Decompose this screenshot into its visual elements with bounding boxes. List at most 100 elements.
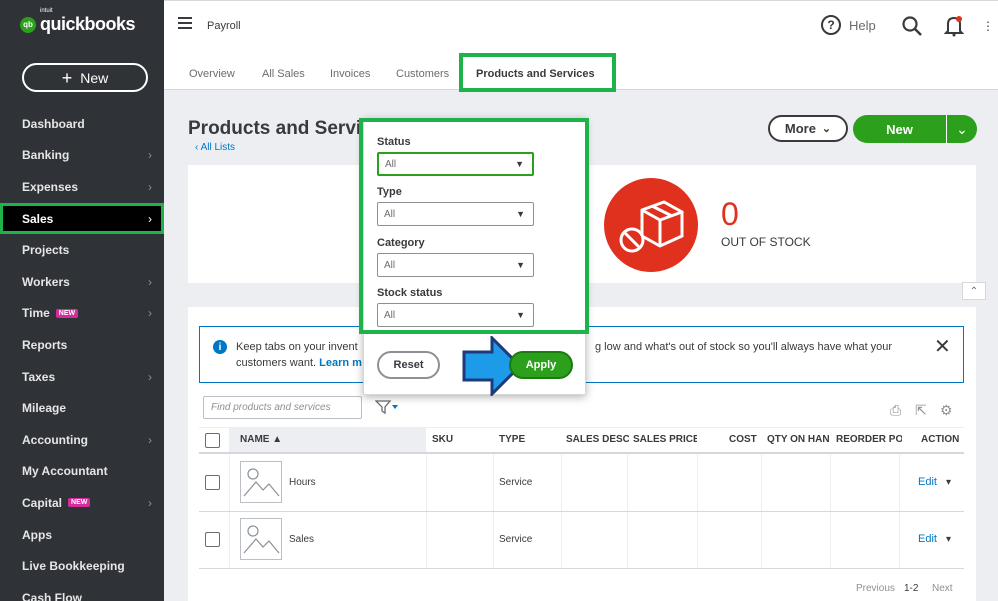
column-header-sales-descr[interactable]: SALES DESCR xyxy=(566,434,629,445)
apply-button[interactable]: Apply xyxy=(509,351,573,379)
product-type: Service xyxy=(499,477,533,488)
company-name: Payroll xyxy=(207,20,241,32)
sidebar-item-label: Time NEW xyxy=(22,306,79,321)
help-button[interactable]: ? Help xyxy=(821,15,876,35)
sidebar-item-accounting[interactable]: Accounting › xyxy=(0,424,164,456)
sidebar-item-capital[interactable]: Capital NEW › xyxy=(0,487,164,519)
all-lists-link[interactable]: ‹ All Lists xyxy=(195,142,235,153)
pager-range: 1-2 xyxy=(904,583,919,594)
top-bar: Payroll ? Help ⋮ xyxy=(164,0,998,50)
export-icon[interactable]: ⇱ xyxy=(915,402,927,419)
sidebar-item-label: Taxes xyxy=(22,370,55,384)
close-icon[interactable]: ✕ xyxy=(934,334,951,359)
sidebar-item-live-bookkeeping[interactable]: Live Bookkeeping xyxy=(0,550,164,582)
sidebar-item-label: Sales xyxy=(22,212,53,226)
info-icon: i xyxy=(213,340,227,354)
learn-more-link[interactable]: Learn m xyxy=(319,357,362,369)
chevron-right-icon: › xyxy=(148,274,152,289)
qb-logo-icon: qb xyxy=(20,16,36,33)
filter-highlight-frame xyxy=(359,118,589,334)
help-label: Help xyxy=(849,17,876,33)
select-all-checkbox[interactable] xyxy=(205,433,220,448)
sidebar-item-reports[interactable]: Reports xyxy=(0,329,164,361)
tab-customers[interactable]: Customers xyxy=(396,68,449,80)
sidebar-item-text: Expenses xyxy=(22,179,79,194)
image-placeholder-icon[interactable] xyxy=(240,518,282,560)
tab-highlight-frame xyxy=(459,53,616,92)
intuit-text: intuit xyxy=(40,8,53,14)
sidebar-item-text: Dashboard xyxy=(22,116,85,131)
column-header-name[interactable]: NAME ▲ xyxy=(240,434,282,445)
search-icon[interactable] xyxy=(901,15,923,37)
column-header-qty-on-han[interactable]: QTY ON HAN xyxy=(767,434,830,445)
row-checkbox[interactable] xyxy=(205,475,220,490)
column-header-sales-price[interactable]: SALES PRICE xyxy=(633,434,697,445)
column-header-type[interactable]: TYPE xyxy=(499,434,525,445)
banner-text-tail: g low and what's out of stock so you'll … xyxy=(595,341,893,353)
out-of-stock-label: OUT OF STOCK xyxy=(721,235,811,249)
sidebar-item-text: Sales xyxy=(22,211,54,226)
edit-link[interactable]: Edit xyxy=(918,533,937,545)
column-header-sku[interactable]: SKU xyxy=(432,434,453,445)
settings-gear-icon[interactable]: ⋮ xyxy=(982,19,994,33)
row-checkbox[interactable] xyxy=(205,532,220,547)
find-products-input[interactable]: Find products and services xyxy=(203,396,362,419)
quickbooks-logo[interactable]: intuit qb quickbooks xyxy=(20,8,136,35)
out-of-stock-tile[interactable] xyxy=(604,178,698,272)
sidebar-item-text: Reports xyxy=(22,337,68,352)
sidebar-item-text: Capital xyxy=(22,495,63,510)
new-product-button[interactable]: New xyxy=(853,115,947,143)
reset-button[interactable]: Reset xyxy=(377,351,440,379)
image-placeholder-icon[interactable] xyxy=(240,461,282,503)
more-button[interactable]: More ⌄ xyxy=(768,115,848,142)
column-header-action[interactable]: ACTION xyxy=(921,434,959,445)
pager-previous[interactable]: Previous xyxy=(856,583,895,594)
tab-invoices[interactable]: Invoices xyxy=(330,68,370,80)
column-header-reorder-po[interactable]: REORDER PO xyxy=(836,434,902,445)
sidebar-item-cash-flow[interactable]: Cash Flow xyxy=(0,582,164,601)
out-of-stock-count[interactable]: 0 xyxy=(721,196,739,233)
sidebar-item-label: Accounting xyxy=(22,433,88,447)
pager-next[interactable]: Next xyxy=(932,583,953,594)
sidebar-item-workers[interactable]: Workers › xyxy=(0,266,164,298)
chevron-right-icon: › xyxy=(148,179,152,194)
filter-funnel-icon[interactable] xyxy=(375,399,401,415)
sidebar-item-label: Workers xyxy=(22,275,70,289)
sidebar-item-banking[interactable]: Banking › xyxy=(0,140,164,172)
chevron-down-icon[interactable]: ⌄ xyxy=(947,115,977,143)
tab-all-sales[interactable]: All Sales xyxy=(262,68,305,80)
help-icon: ? xyxy=(821,15,841,35)
edit-link[interactable]: Edit xyxy=(918,476,937,488)
tab-overview[interactable]: Overview xyxy=(189,68,235,80)
collapse-chevron-up-icon[interactable]: ⌃ xyxy=(962,282,986,300)
sidebar-item-label: Projects xyxy=(22,243,69,257)
sidebar-item-text: My Accountant xyxy=(22,464,108,479)
sidebar-item-label: Cash Flow xyxy=(22,591,82,601)
sidebar-item-text: Time xyxy=(22,306,50,321)
sidebar-item-my-accountant[interactable]: My Accountant xyxy=(0,456,164,488)
sidebar-item-dashboard[interactable]: Dashboard xyxy=(0,108,164,140)
sidebar-item-mileage[interactable]: Mileage xyxy=(0,392,164,424)
gear-icon[interactable]: ⚙ xyxy=(940,402,953,419)
sidebar-item-label: My Accountant xyxy=(22,464,108,478)
column-header-cost[interactable]: COST xyxy=(729,434,757,445)
sidebar-item-time[interactable]: Time NEW › xyxy=(0,298,164,330)
new-split-button[interactable]: New ⌄ xyxy=(853,115,977,143)
sidebar-item-apps[interactable]: Apps xyxy=(0,519,164,551)
sidebar-item-sales[interactable]: Sales › xyxy=(0,202,164,235)
sidebar-item-projects[interactable]: Projects xyxy=(0,234,164,266)
sidebar-item-label: Capital NEW xyxy=(22,495,91,510)
sidebar-item-text: Apps xyxy=(22,527,52,542)
sidebar-new-button[interactable]: + New xyxy=(22,63,148,92)
notification-bell-icon[interactable] xyxy=(944,15,964,37)
sidebar-item-label: Dashboard xyxy=(22,117,85,131)
chevron-down-icon[interactable]: ▾ xyxy=(946,534,951,545)
chevron-right-icon: › xyxy=(148,495,152,510)
sidebar-item-expenses[interactable]: Expenses › xyxy=(0,171,164,203)
print-icon[interactable]: ⎙ xyxy=(890,402,901,419)
chevron-down-icon[interactable]: ▾ xyxy=(946,477,951,488)
hamburger-menu-icon[interactable] xyxy=(178,17,192,32)
chevron-down-icon: ⌄ xyxy=(821,123,832,135)
sidebar-item-text: Mileage xyxy=(22,401,67,416)
sidebar-item-taxes[interactable]: Taxes › xyxy=(0,361,164,393)
